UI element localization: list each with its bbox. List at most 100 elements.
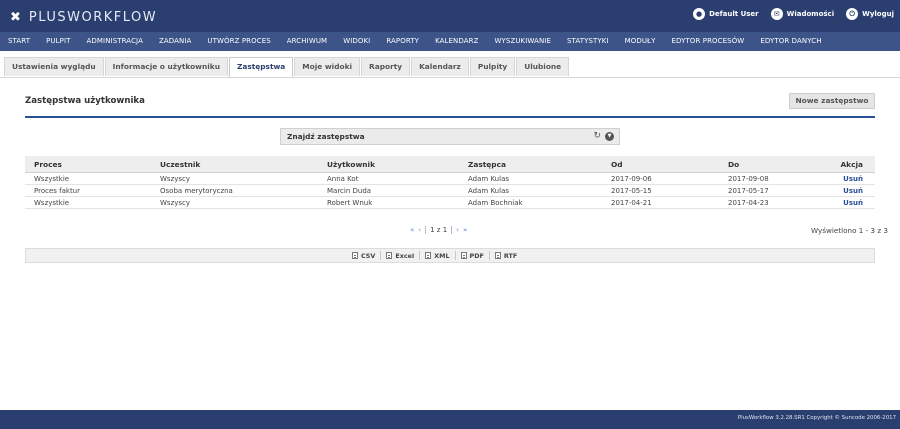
last-page-icon[interactable]: »: [463, 226, 467, 234]
export-xml-label: XML: [434, 251, 450, 260]
mail-icon: ✉: [770, 8, 783, 20]
cell-zastepca: Adam Kulas: [468, 175, 510, 183]
export-xml-button[interactable]: XML: [420, 251, 456, 260]
messages-label: Wiadomości: [786, 10, 835, 18]
logout-label: Wyloguj: [862, 10, 894, 18]
tab-informacje-o-uzytkowniku[interactable]: Informacje o użytkowniku: [104, 57, 228, 76]
export-csv-button[interactable]: CSV: [347, 251, 382, 260]
tab-kalendarz[interactable]: Kalendarz: [411, 57, 469, 76]
page-title: Zastępstwa użytkownika: [25, 96, 145, 106]
tabs-divider: [0, 77, 900, 78]
user-area: ● Default User ✉ Wiadomości ⏻ Wyloguj: [693, 8, 894, 20]
new-substitution-button[interactable]: Nowe zastępstwo: [789, 93, 875, 109]
column-header-uczestnik[interactable]: Uczestnik: [160, 156, 200, 173]
nav-item-administracja[interactable]: ADMINISTRACJA: [79, 32, 151, 51]
export-excel-button[interactable]: Excel: [381, 251, 421, 260]
column-header-zastepca[interactable]: Zastępca: [468, 156, 506, 173]
cell-od: 2017-04-21: [611, 199, 652, 207]
title-divider: [25, 116, 875, 118]
nav-item-pulpit[interactable]: PULPIT: [38, 32, 78, 51]
main-navigation: START PULPIT ADMINISTRACJA ZADANIA UTWÓR…: [0, 32, 900, 51]
cell-proces: Wszystkie: [34, 199, 70, 207]
cell-zastepca: Adam Kulas: [468, 187, 510, 195]
pager-separator: [451, 226, 453, 234]
nav-item-moduly[interactable]: MODUŁY: [617, 32, 664, 51]
tab-pulpity[interactable]: Pulpity: [469, 57, 516, 76]
page-footer: PlusWorkflow 3.2.28.SR1 Copyright © Sunc…: [0, 410, 900, 429]
pager-separator: [425, 226, 427, 234]
user-icon: ●: [693, 8, 706, 20]
table-header: Proces Uczestnik Użytkownik Zastępca Od …: [25, 156, 875, 173]
next-page-icon[interactable]: ›: [456, 226, 459, 234]
cell-proces: Proces faktur: [34, 187, 80, 195]
logo-text: PLUSWORKFLOW: [28, 9, 158, 25]
document-icon: [425, 252, 432, 259]
cell-zastepca: Adam Bochniak: [468, 199, 523, 207]
nav-item-edytor-danych[interactable]: EDYTOR DANYCH: [752, 32, 829, 51]
export-excel-label: Excel: [395, 251, 415, 260]
expand-down-icon[interactable]: ▼: [605, 132, 614, 141]
column-header-od[interactable]: Od: [611, 156, 623, 173]
delete-link[interactable]: Usuń: [843, 173, 863, 185]
tab-moje-widoki[interactable]: Moje widoki: [294, 57, 361, 76]
nav-item-utworz-proces[interactable]: UTWÓRZ PROCES: [199, 32, 278, 51]
user-menu[interactable]: ● Default User: [693, 8, 759, 20]
export-pdf-button[interactable]: PDF: [456, 251, 490, 260]
prev-page-icon[interactable]: ‹: [418, 226, 421, 234]
cell-od: 2017-09-06: [611, 175, 652, 183]
nav-item-kalendarz[interactable]: KALENDARZ: [427, 32, 486, 51]
export-rtf-button[interactable]: RTF: [490, 251, 522, 260]
cell-uczestnik: Wszyscy: [160, 175, 191, 183]
delete-link[interactable]: Usuń: [843, 197, 863, 209]
table-row[interactable]: Proces faktur Osoba merytoryczna Marcin …: [25, 185, 875, 197]
cell-uzytkownik: Marcin Duda: [327, 187, 372, 195]
first-page-icon[interactable]: «: [410, 226, 414, 234]
cell-do: 2017-09-08: [728, 175, 769, 183]
settings-tabs: Ustawienia wyglądu Informacje o użytkown…: [4, 57, 570, 78]
column-header-do[interactable]: Do: [728, 156, 739, 173]
document-icon: [460, 252, 467, 259]
export-pdf-label: PDF: [469, 251, 484, 260]
nav-item-widoki[interactable]: WIDOKI: [335, 32, 378, 51]
table-row[interactable]: Wszystkie Wszyscy Robert Wnuk Adam Bochn…: [25, 197, 875, 209]
nav-item-edytor-procesow[interactable]: EDYTOR PROCESÓW: [663, 32, 752, 51]
nav-item-raporty[interactable]: RAPORTY: [378, 32, 427, 51]
nav-item-zadania[interactable]: ZADANIA: [151, 32, 199, 51]
nav-item-archiwum[interactable]: ARCHIWUM: [279, 32, 335, 51]
logo-mark-icon: ✖: [10, 9, 21, 25]
cell-uczestnik: Wszyscy: [160, 199, 191, 207]
nav-item-wyszukiwanie[interactable]: WYSZUKIWANIE: [487, 32, 559, 51]
records-count: Wyświetlono 1 - 3 z 3: [811, 226, 888, 235]
nav-item-statystyki[interactable]: STATYSTYKI: [559, 32, 617, 51]
document-icon: [386, 252, 393, 259]
tab-ustawienia-wygladu[interactable]: Ustawienia wyglądu: [4, 57, 104, 76]
column-header-uzytkownik[interactable]: Użytkownik: [327, 156, 375, 173]
table-row[interactable]: Wszystkie Wszyscy Anna Kot Adam Kulas 20…: [25, 173, 875, 185]
cell-proces: Wszystkie: [34, 175, 70, 183]
power-icon: ⏻: [846, 8, 859, 20]
top-header: ✖ PLUSWORKFLOW ● Default User ✉ Wiadomoś…: [0, 0, 900, 32]
refresh-icon[interactable]: ↻: [593, 131, 601, 142]
cell-uzytkownik: Anna Kot: [327, 175, 359, 183]
logout-link[interactable]: ⏻ Wyloguj: [846, 8, 894, 20]
export-csv-label: CSV: [361, 251, 376, 260]
nav-item-start[interactable]: START: [0, 32, 38, 51]
search-panel-title: Znajdź zastępstwa: [287, 132, 365, 141]
document-icon: [494, 252, 501, 259]
column-header-proces[interactable]: Proces: [34, 156, 62, 173]
app-logo[interactable]: ✖ PLUSWORKFLOW: [10, 9, 157, 25]
export-options: CSV Excel XML PDF RTF: [347, 249, 522, 262]
cell-do: 2017-05-17: [728, 187, 769, 195]
tab-raporty[interactable]: Raporty: [361, 57, 411, 76]
column-header-akcja: Akcja: [840, 160, 863, 169]
substitutions-table: Proces Uczestnik Użytkownik Zastępca Od …: [25, 156, 875, 209]
tab-ulubione[interactable]: Ulubione: [516, 57, 570, 76]
messages-link[interactable]: ✉ Wiadomości: [770, 8, 835, 20]
cell-uczestnik: Osoba merytoryczna: [160, 187, 233, 195]
document-icon: [352, 252, 358, 259]
delete-link[interactable]: Usuń: [843, 185, 863, 197]
tab-zastepstwa[interactable]: Zastępstwa: [228, 57, 294, 78]
page-info: 1 z 1: [430, 226, 448, 234]
search-panel-header[interactable]: Znajdź zastępstwa ↻ ▼: [280, 128, 620, 145]
copyright-text: PlusWorkflow 3.2.28.SR1 Copyright © Sunc…: [737, 415, 896, 421]
